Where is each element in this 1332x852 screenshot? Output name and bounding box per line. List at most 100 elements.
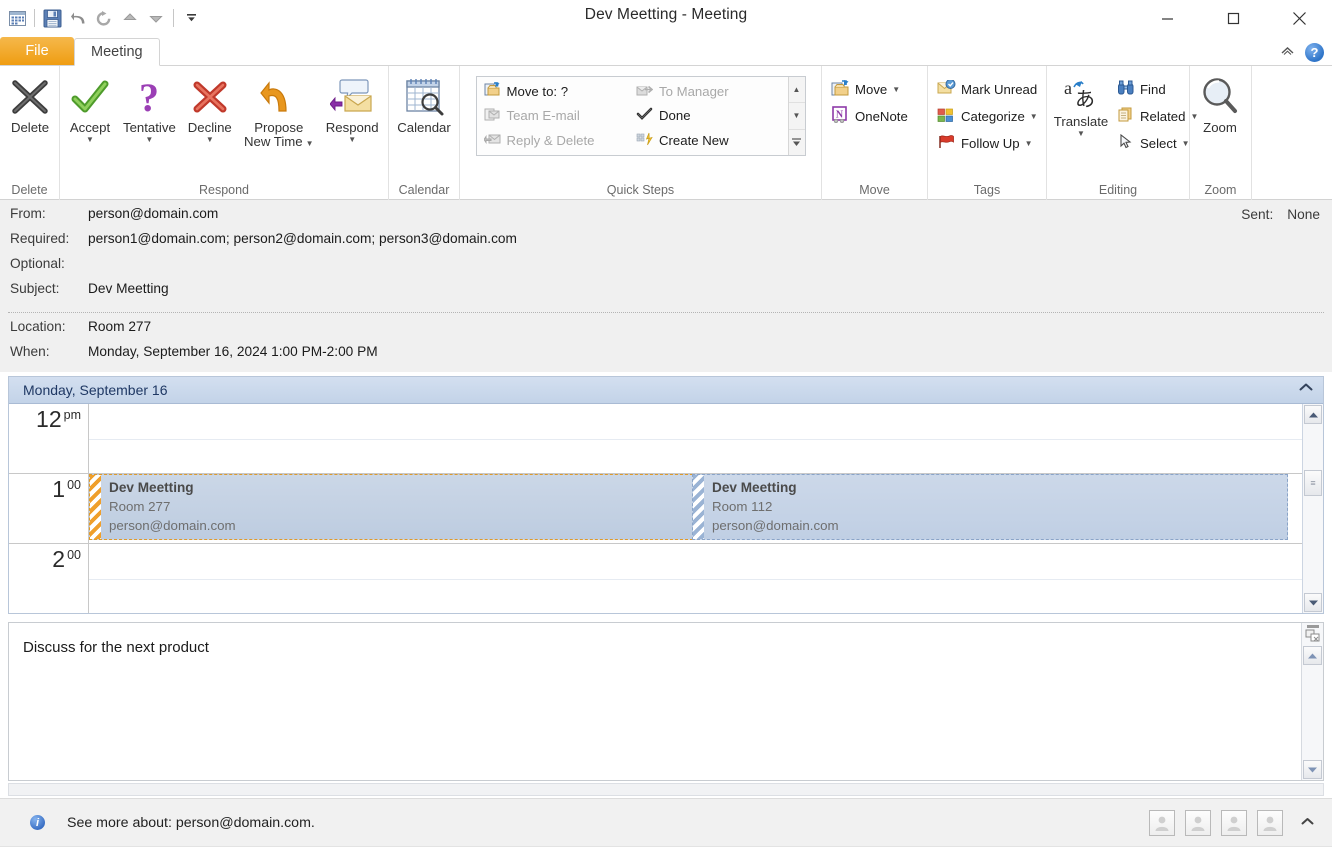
move-button[interactable]: Move ▼ [828, 76, 914, 102]
contact-photo-3[interactable] [1221, 810, 1247, 836]
collapse-ribbon-icon[interactable] [1280, 44, 1295, 62]
calendar-label: Calendar [397, 121, 451, 135]
notes-scroll-down-button[interactable] [1303, 760, 1322, 779]
quick-steps-gallery: Move to: ? To Manager [476, 76, 806, 156]
move-folder-icon [831, 80, 850, 99]
respond-caret-icon[interactable]: ▼ [348, 136, 356, 144]
calendar-scroll-up-button[interactable] [1304, 405, 1322, 424]
onenote-button[interactable]: N OneNote [828, 103, 914, 129]
follow-up-caret-icon[interactable]: ▼ [1025, 140, 1033, 148]
field-when: When: Monday, September 16, 2024 1:00 PM… [0, 344, 1332, 372]
calendar-hour-suffix: 00 [67, 548, 81, 562]
team-email-icon [484, 107, 501, 124]
tentative-caret-icon[interactable]: ▼ [145, 136, 153, 144]
categorize-button[interactable]: Categorize ▼ [934, 103, 1044, 129]
calendar-day-label: Monday, September 16 [23, 382, 168, 398]
qat-separator-2 [173, 9, 174, 27]
respond-button[interactable]: Respond ▼ [321, 72, 384, 144]
appointment-block[interactable]: Dev Meetting Room 277 person@domain.com [89, 474, 693, 540]
calendar-scroll-track[interactable]: ≡ [1303, 425, 1323, 592]
calendar-scroll-down-button[interactable] [1304, 593, 1322, 612]
notes-body[interactable]: Discuss for the next product [9, 623, 1301, 780]
move-caret-icon[interactable]: ▼ [892, 86, 900, 94]
quick-steps-scroll-up-icon[interactable]: ▲ [789, 77, 805, 103]
tentative-button[interactable]: ? Tentative ▼ [118, 72, 181, 144]
help-button[interactable]: ? [1305, 43, 1324, 62]
appointment-block[interactable]: Dev Meetting Room 112 person@domain.com [692, 474, 1288, 540]
quick-step-to-manager[interactable]: To Manager [632, 79, 785, 104]
meeting-header-pane: Sent: None From: person@domain.com Requi… [0, 200, 1332, 372]
quick-step-reply-delete[interactable]: Reply & Delete [480, 128, 633, 153]
notes-scroll-track[interactable] [1302, 666, 1323, 759]
calendar-body: 12pm 100 200 [9, 404, 1323, 613]
close-button[interactable] [1266, 1, 1332, 35]
accept-check-icon [69, 75, 111, 119]
arrange-windows-icon[interactable] [1302, 623, 1323, 645]
minimize-button[interactable] [1134, 1, 1200, 35]
quick-access-toolbar [0, 5, 204, 31]
save-icon[interactable] [39, 5, 65, 31]
maximize-button[interactable] [1200, 1, 1266, 35]
calendar-button[interactable]: Calendar [393, 72, 455, 135]
customize-qat-icon[interactable] [178, 5, 204, 31]
field-required-value[interactable]: person1@domain.com; person2@domain.com; … [88, 231, 517, 246]
appointment-busy-stripe [90, 475, 101, 539]
calendar-icon[interactable] [4, 5, 30, 31]
quick-step-move-to[interactable]: Move to: ? [480, 79, 633, 104]
field-from-value[interactable]: person@domain.com [88, 206, 218, 221]
quick-step-team-email[interactable]: Team E-mail [480, 104, 633, 129]
notes-horizontal-scrollbar[interactable] [8, 783, 1324, 796]
calendar-scroll-thumb[interactable]: ≡ [1304, 470, 1322, 496]
calendar-hour-row: 12pm [9, 404, 1302, 474]
delete-button[interactable]: Delete [4, 72, 56, 135]
previous-item-icon[interactable] [117, 5, 143, 31]
next-item-icon[interactable] [143, 5, 169, 31]
quick-steps-list: Move to: ? To Manager [477, 77, 788, 155]
quick-steps-scroll-down-icon[interactable]: ▼ [789, 103, 805, 129]
calendar-grid[interactable]: 12pm 100 200 [9, 404, 1302, 613]
move-buttons: Move ▼ N OneNote [826, 72, 916, 129]
field-location-value[interactable]: Room 277 [88, 319, 151, 334]
field-subject-value[interactable]: Dev Meetting [88, 281, 169, 296]
decline-caret-icon[interactable]: ▼ [206, 136, 214, 144]
translate-icon: a あ [1061, 75, 1101, 113]
ribbon-group-calendar-label: Calendar [389, 179, 459, 200]
sent-label: Sent: [1241, 207, 1273, 222]
translate-caret-icon[interactable]: ▼ [1077, 130, 1085, 138]
ribbon: Delete Delete Accept ▼ [0, 65, 1332, 200]
translate-button[interactable]: a あ Translate ▼ [1051, 72, 1111, 138]
follow-up-button[interactable]: Follow Up ▼ [934, 130, 1044, 156]
decline-button[interactable]: Decline ▼ [183, 72, 237, 144]
undo-icon[interactable] [65, 5, 91, 31]
select-caret-icon[interactable]: ▼ [1182, 140, 1190, 148]
categorize-caret-icon[interactable]: ▼ [1030, 113, 1038, 121]
svg-text:?: ? [139, 77, 159, 117]
notes-scroll-up-button[interactable] [1303, 646, 1322, 665]
categorize-icon [937, 107, 956, 126]
contact-photo-1[interactable] [1149, 810, 1175, 836]
contact-photo-2[interactable] [1185, 810, 1211, 836]
field-subject: Subject: Dev Meetting [0, 281, 1332, 306]
quick-step-create-new[interactable]: Create New [632, 128, 785, 153]
contact-photo-4[interactable] [1257, 810, 1283, 836]
status-text[interactable]: See more about: person@domain.com. [67, 815, 315, 831]
redo-icon[interactable] [91, 5, 117, 31]
calendar-collapse-icon[interactable] [1299, 382, 1313, 395]
mark-unread-button[interactable]: Mark Unread [934, 76, 1044, 102]
propose-new-time-button[interactable]: Propose New Time▼ [239, 72, 319, 149]
quick-steps-more-icon[interactable] [789, 130, 805, 155]
status-collapse-icon[interactable] [1293, 817, 1322, 829]
calendar-scrollbar[interactable]: ≡ [1302, 404, 1323, 613]
tab-meeting[interactable]: Meeting [74, 38, 160, 66]
notes-pane: Discuss for the next product [8, 622, 1324, 781]
tab-file[interactable]: File [0, 37, 74, 65]
quick-step-team-email-label: Team E-mail [507, 108, 580, 123]
field-when-value[interactable]: Monday, September 16, 2024 1:00 PM-2:00 … [88, 344, 378, 359]
zoom-button[interactable]: Zoom [1194, 72, 1246, 135]
accept-caret-icon[interactable]: ▼ [86, 136, 94, 144]
accept-button[interactable]: Accept ▼ [64, 72, 116, 144]
quick-step-done[interactable]: Done [632, 104, 785, 129]
calendar-hour-suffix: pm [64, 408, 81, 422]
quick-steps-scrollbar[interactable]: ▲ ▼ [788, 77, 805, 155]
propose-new-time-caret-icon[interactable]: ▼ [306, 139, 314, 148]
